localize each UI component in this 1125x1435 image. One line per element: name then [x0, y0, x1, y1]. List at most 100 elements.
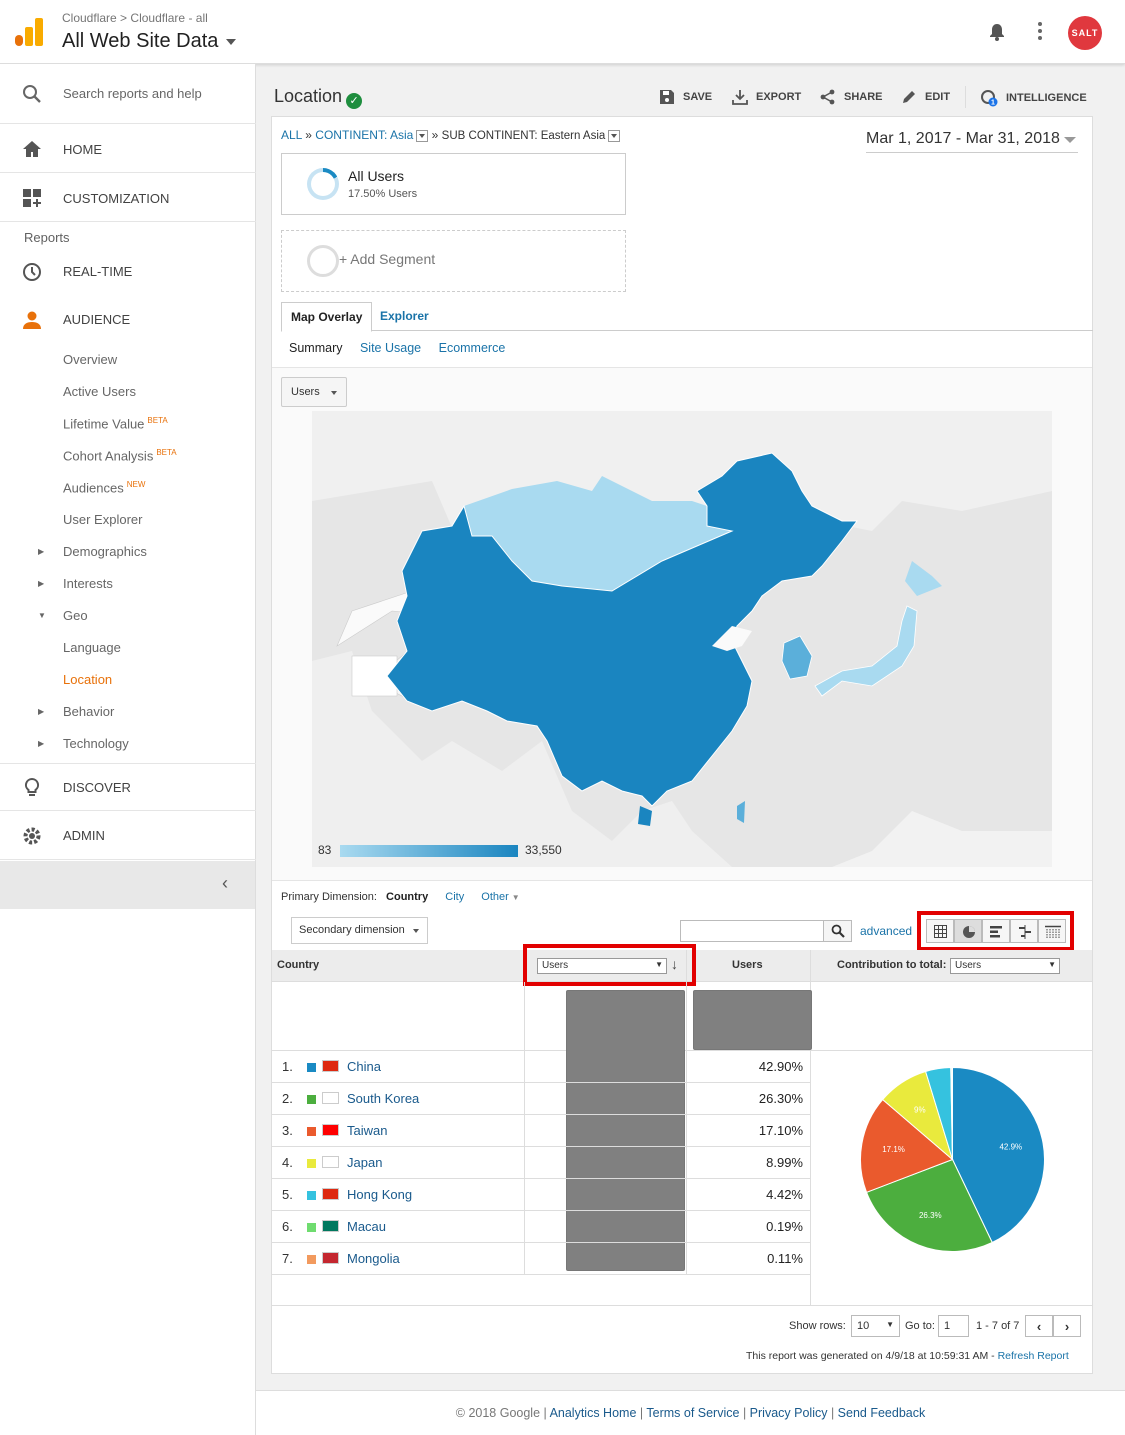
expand-arrow-icon[interactable]: ▶ [38, 739, 44, 748]
nav-cohort-analysis[interactable]: Cohort Analysis BETA [63, 448, 177, 463]
expand-arrow-icon[interactable]: ▶ [38, 707, 44, 716]
metric-column-select[interactable]: Users [537, 958, 667, 974]
goto-input[interactable]: 1 [938, 1315, 969, 1337]
pivot-view-icon[interactable] [1038, 919, 1066, 943]
nav-user-explorer[interactable]: User Explorer [63, 512, 142, 527]
footer-link-terms[interactable]: Terms of Service [646, 1406, 739, 1420]
series-color-swatch [307, 1159, 316, 1168]
nav-language[interactable]: Language [63, 640, 121, 655]
show-rows-select[interactable]: 10 ▼ [851, 1315, 900, 1337]
date-range-text: Mar 1, 2017 - Mar 31, 2018 [866, 130, 1060, 147]
sort-descending-icon[interactable]: ↓ [671, 956, 678, 972]
footer-link-analytics-home[interactable]: Analytics Home [550, 1406, 637, 1420]
sidebar-search[interactable]: Search reports and help [0, 64, 256, 124]
col-country[interactable]: Country [277, 959, 319, 971]
percent-value: 8.99% [766, 1155, 803, 1170]
geo-map[interactable] [312, 411, 1052, 867]
tab-explorer[interactable]: Explorer [371, 302, 438, 332]
more-vert-icon[interactable] [1038, 22, 1044, 43]
nav-location[interactable]: Location [63, 672, 112, 687]
intelligence-button[interactable]: 1 INTELLIGENCE [980, 89, 1087, 107]
add-segment-button[interactable]: + Add Segment [281, 230, 626, 292]
collapse-sidebar-button[interactable]: ‹ [0, 861, 255, 909]
date-range-picker[interactable]: Mar 1, 2017 - Mar 31, 2018 [866, 130, 1078, 153]
export-label: EXPORT [756, 91, 802, 103]
dimension-city[interactable]: City [445, 891, 464, 903]
export-button[interactable]: EXPORT [732, 89, 801, 105]
segment-all-users[interactable]: All Users 17.50% Users [281, 153, 626, 215]
table-view-icon[interactable] [926, 919, 954, 943]
country-link[interactable]: Mongolia [347, 1251, 400, 1266]
continent-dropdown-icon[interactable] [416, 129, 429, 142]
row-rank: 5. [282, 1187, 293, 1202]
sidebar-item-realtime[interactable]: REAL-TIME [0, 250, 256, 298]
country-link[interactable]: Hong Kong [347, 1187, 412, 1202]
performance-view-icon[interactable] [982, 919, 1010, 943]
nav-behavior[interactable]: Behavior [63, 704, 114, 719]
country-link[interactable]: Taiwan [347, 1123, 387, 1138]
next-page-button[interactable]: › [1053, 1315, 1081, 1337]
footer-link-privacy[interactable]: Privacy Policy [750, 1406, 828, 1420]
breadcrumb-separator: > [120, 11, 128, 25]
share-button[interactable]: SHARE [820, 89, 883, 105]
nav-audiences[interactable]: Audiences NEW [63, 480, 145, 495]
analytics-logo-icon[interactable] [15, 18, 43, 46]
advanced-filter-link[interactable]: advanced [860, 924, 912, 938]
sidebar-item-admin[interactable]: ADMIN [0, 812, 256, 860]
row-rank: 1. [282, 1059, 293, 1074]
subtab-site-usage[interactable]: Site Usage [360, 341, 421, 355]
subtab-ecommerce[interactable]: Ecommerce [439, 341, 506, 355]
nav-lifetime-value[interactable]: Lifetime Value BETA [63, 416, 168, 431]
country-link[interactable]: Japan [347, 1155, 382, 1170]
map-metric-select[interactable]: Users [281, 377, 347, 407]
series-color-swatch [307, 1127, 316, 1136]
sidebar-item-audience[interactable]: AUDIENCE [0, 298, 256, 346]
country-link[interactable]: South Korea [347, 1091, 419, 1106]
sidebar-item-customization[interactable]: CUSTOMIZATION [0, 173, 256, 222]
filter-continent-link[interactable]: CONTINENT: Asia [315, 128, 413, 142]
nav-active-users[interactable]: Active Users [63, 384, 136, 399]
table-search-button[interactable] [823, 920, 852, 942]
nav-interests[interactable]: Interests [63, 576, 113, 591]
reports-heading: Reports [24, 230, 70, 245]
sidebar-item-discover[interactable]: DISCOVER [0, 763, 256, 811]
nav-technology[interactable]: Technology [63, 736, 129, 751]
col-users[interactable]: Users [732, 959, 763, 971]
comparison-view-icon[interactable] [1010, 919, 1038, 943]
sidebar-item-home[interactable]: HOME [0, 124, 256, 173]
row-rank: 2. [282, 1091, 293, 1106]
nav-overview[interactable]: Overview [63, 352, 117, 367]
contribution-metric-select[interactable]: Users [950, 958, 1060, 974]
country-link[interactable]: China [347, 1059, 381, 1074]
pie-slice-label: 26.3% [919, 1211, 942, 1220]
contribution-pie-chart[interactable]: 42.9% 26.3% 17.1% 9% [855, 1062, 1050, 1257]
account-breadcrumb[interactable]: Cloudflare > Cloudflare - all [62, 11, 208, 25]
bell-icon[interactable] [987, 22, 1007, 42]
pie-view-icon[interactable] [954, 919, 982, 943]
expand-arrow-icon[interactable]: ▶ [38, 547, 44, 556]
primary-dimension-bar: Primary Dimension: Country City Other ▼ [281, 891, 520, 903]
refresh-report-link[interactable]: Refresh Report [998, 1350, 1069, 1362]
collapse-arrow-icon[interactable]: ▼ [38, 611, 46, 620]
edit-button[interactable]: EDIT [901, 89, 950, 105]
table-search-input[interactable] [680, 920, 824, 942]
pie-slice[interactable] [951, 1066, 953, 1160]
expand-arrow-icon[interactable]: ▶ [38, 579, 44, 588]
avatar[interactable]: SALT [1068, 16, 1102, 50]
nav-geo[interactable]: Geo [63, 608, 88, 623]
subcontinent-dropdown-icon[interactable] [608, 129, 621, 142]
intelligence-icon: 1 [981, 90, 998, 107]
country-link[interactable]: Macau [347, 1219, 386, 1234]
secondary-dimension-select[interactable]: Secondary dimension [291, 917, 428, 944]
subtab-summary[interactable]: Summary [289, 341, 342, 355]
tab-map-overlay[interactable]: Map Overlay [281, 302, 373, 332]
footer-link-feedback[interactable]: Send Feedback [838, 1406, 926, 1420]
pie-slice-label: 17.1% [882, 1145, 905, 1154]
dimension-country[interactable]: Country [386, 891, 428, 903]
filter-all-link[interactable]: ALL [281, 128, 302, 142]
dimension-other[interactable]: Other [481, 891, 509, 903]
view-selector[interactable]: All Web Site Data [62, 30, 237, 53]
save-button[interactable]: SAVE [659, 89, 712, 105]
prev-page-button[interactable]: ‹ [1025, 1315, 1053, 1337]
nav-demographics[interactable]: Demographics [63, 544, 147, 559]
